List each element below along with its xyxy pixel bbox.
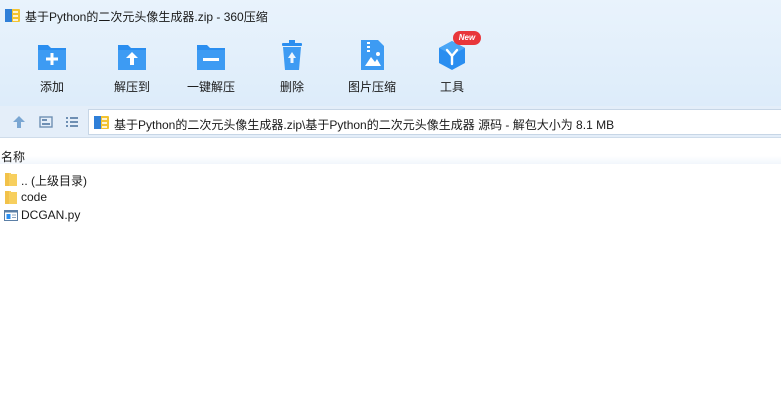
image-compress-icon: [361, 40, 384, 70]
archive-icon: [94, 116, 109, 129]
up-arrow-icon[interactable]: [11, 114, 27, 130]
folder-icon: [5, 191, 17, 204]
folder-oneclick-icon: [197, 45, 225, 70]
title-bar: 基于Python的二次元头像生成器.zip - 360压缩: [0, 0, 781, 30]
folder-icon: [5, 173, 17, 186]
folder-extract-icon: [118, 45, 146, 70]
one-click-extract-label: 一键解压: [186, 80, 235, 94]
new-badge: New: [453, 31, 481, 45]
archive-app-icon: [5, 9, 20, 22]
toolbar: 添加 解压到 一键解压 删除 图片压缩 New 工具: [0, 31, 781, 100]
column-header: 名称: [0, 146, 781, 164]
address-bar[interactable]: 基于Python的二次元头像生成器.zip\基于Python的二次元头像生成器 …: [88, 109, 781, 135]
recycle-bin-icon: [282, 40, 302, 70]
extract-to-button[interactable]: 解压到: [92, 34, 172, 96]
window-title: 基于Python的二次元头像生成器.zip - 360压缩: [25, 10, 268, 24]
list-item-name: code: [21, 190, 48, 204]
image-compress-button[interactable]: 图片压缩: [332, 34, 412, 96]
list-item-name: .. (上级目录): [21, 174, 87, 188]
extract-to-label: 解压到: [113, 80, 150, 94]
list-item-name: DCGAN.py: [21, 208, 81, 222]
list-view-icon[interactable]: [64, 114, 80, 130]
image-compress-label: 图片压缩: [347, 80, 396, 94]
address-path: 基于Python的二次元头像生成器.zip\基于Python的二次元头像生成器 …: [114, 118, 615, 132]
list-item-code-folder[interactable]: code: [0, 188, 400, 206]
delete-button[interactable]: 删除: [252, 34, 332, 96]
add-button[interactable]: 添加: [12, 34, 92, 96]
tools-button[interactable]: New 工具: [412, 31, 492, 96]
file-list: 名称 .. (上级目录) code DCGAN.py: [0, 138, 781, 419]
navigation-bar: 基于Python的二次元头像生成器.zip\基于Python的二次元头像生成器 …: [0, 106, 781, 138]
thumbnail-view-icon[interactable]: [38, 114, 54, 130]
top-area: 基于Python的二次元头像生成器.zip - 360压缩 添加 解压到 一键解…: [0, 0, 781, 106]
delete-label: 删除: [279, 80, 304, 94]
python-file-icon: [4, 210, 18, 221]
column-name-header[interactable]: 名称: [1, 148, 25, 165]
tools-label: 工具: [439, 80, 464, 94]
add-label: 添加: [39, 80, 64, 94]
list-item-parent-folder[interactable]: .. (上级目录): [0, 170, 400, 188]
app-window: 基于Python的二次元头像生成器.zip - 360压缩 添加 解压到 一键解…: [0, 0, 781, 419]
list-item-python-file[interactable]: DCGAN.py: [0, 206, 400, 224]
one-click-extract-button[interactable]: 一键解压: [171, 34, 251, 96]
folder-add-icon: [38, 45, 66, 70]
